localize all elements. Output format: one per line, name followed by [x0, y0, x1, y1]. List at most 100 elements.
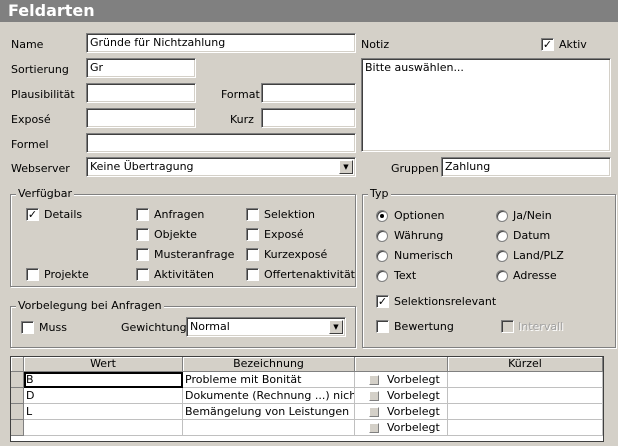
webserver-label: Webserver	[11, 162, 70, 175]
row-header[interactable]	[11, 420, 24, 436]
details-label: Details	[44, 208, 83, 221]
format-label: Format	[221, 88, 260, 101]
vorbelegt-label: Vorbelegt	[387, 389, 440, 402]
text-label: Text	[394, 269, 417, 282]
janein-radio[interactable]	[496, 210, 508, 222]
table-cell-wert[interactable]: D	[24, 388, 183, 404]
table-cell-wert[interactable]: L	[24, 404, 183, 420]
landplz-radio[interactable]	[496, 250, 508, 262]
expose-avail-label: Exposé	[264, 228, 304, 241]
format-field[interactable]	[261, 83, 356, 103]
header-flag[interactable]	[355, 357, 448, 372]
sortierung-label: Sortierung	[11, 63, 69, 76]
table-cell-vorbelegt[interactable]: Vorbelegt	[355, 404, 448, 420]
table-cell-bezeichnung[interactable]: Dokumente (Rechnung ...) nicht erh	[183, 388, 355, 404]
typ-title: Typ	[368, 187, 391, 200]
table-cell-kuerzel[interactable]	[448, 388, 603, 404]
expose-label: Exposé	[11, 113, 51, 126]
kurzexpose-checkbox[interactable]	[246, 248, 259, 261]
table-cell-vorbelegt[interactable]: Vorbelegt	[355, 420, 448, 436]
kurzexpose-label: Kurzexposé	[264, 248, 328, 261]
waehrung-radio[interactable]	[376, 230, 388, 242]
notiz-textarea[interactable]: Bitte auswählen...	[361, 58, 611, 152]
gewichtung-label: Gewichtung	[121, 321, 187, 334]
gruppen-field[interactable]: Zahlung	[441, 157, 611, 177]
plausibilitaet-field[interactable]	[86, 83, 196, 103]
adresse-radio[interactable]	[496, 270, 508, 282]
vorbelegt-checkbox[interactable]	[369, 407, 379, 417]
table-cell-wert[interactable]: B	[24, 372, 183, 388]
aktiv-checkbox[interactable]: ✓	[541, 38, 554, 51]
webserver-select[interactable]: Keine Übertragung ▼	[86, 157, 356, 177]
numerisch-label: Numerisch	[394, 249, 454, 262]
header-kuerzel[interactable]: Kürzel	[448, 357, 603, 372]
selektion-checkbox[interactable]	[246, 208, 259, 221]
waehrung-label: Währung	[394, 229, 444, 242]
table-cell-kuerzel[interactable]	[448, 404, 603, 420]
vorbelegt-label: Vorbelegt	[387, 421, 440, 434]
details-checkbox[interactable]: ✓	[26, 208, 39, 221]
optionen-radio[interactable]	[376, 210, 388, 222]
header-bezeichnung[interactable]: Bezeichnung	[183, 357, 355, 372]
muss-label: Muss	[39, 321, 67, 334]
chevron-down-icon[interactable]: ▼	[339, 160, 353, 174]
expose-field[interactable]	[86, 108, 196, 128]
projekte-label: Projekte	[44, 268, 89, 281]
muss-checkbox[interactable]	[21, 321, 34, 334]
projekte-checkbox[interactable]	[26, 268, 39, 281]
table-cell-kuerzel[interactable]	[448, 372, 603, 388]
datum-label: Datum	[513, 229, 551, 242]
expose-checkbox[interactable]	[246, 228, 259, 241]
chevron-down-icon[interactable]: ▼	[329, 320, 343, 334]
kurz-label: Kurz	[230, 113, 254, 126]
row-header[interactable]	[11, 388, 24, 404]
bewertung-checkbox[interactable]	[376, 320, 389, 333]
verfuegbar-title: Verfügbar	[16, 187, 75, 200]
webserver-select-value: Keine Übertragung	[90, 160, 194, 173]
numerisch-radio[interactable]	[376, 250, 388, 262]
row-header[interactable]	[11, 404, 24, 420]
table-cell-bezeichnung[interactable]: Bemängelung von Leistungen	[183, 404, 355, 420]
table-cell-vorbelegt[interactable]: Vorbelegt	[355, 372, 448, 388]
name-field[interactable]: Gründe für Nichtzahlung	[86, 33, 356, 53]
aktiv-label: Aktiv	[559, 38, 587, 51]
formel-label: Formel	[11, 138, 49, 151]
table-cell-kuerzel[interactable]	[448, 420, 603, 436]
vorbelegt-checkbox[interactable]	[369, 423, 379, 433]
table-cell-bezeichnung[interactable]: Probleme mit Bonität	[183, 372, 355, 388]
gewichtung-select-value: Normal	[190, 320, 230, 333]
objekte-label: Objekte	[154, 228, 197, 241]
table-cell-wert[interactable]	[24, 420, 183, 436]
selektionsrelevant-checkbox[interactable]: ✓	[376, 295, 389, 308]
row-header[interactable]	[11, 372, 24, 388]
radio-dot	[380, 214, 384, 218]
janein-label: Ja/Nein	[513, 209, 552, 222]
selektion-label: Selektion	[264, 208, 316, 221]
anfragen-label: Anfragen	[154, 208, 205, 221]
musteranfrage-checkbox[interactable]	[136, 248, 149, 261]
vorbelegt-label: Vorbelegt	[387, 405, 440, 418]
selektionsrelevant-label: Selektionsrelevant	[394, 295, 497, 308]
gewichtung-select[interactable]: Normal ▼	[186, 317, 346, 337]
text-radio[interactable]	[376, 270, 388, 282]
adresse-label: Adresse	[513, 269, 557, 282]
datum-radio[interactable]	[496, 230, 508, 242]
kurz-field[interactable]	[261, 108, 356, 128]
anfragen-checkbox[interactable]	[136, 208, 149, 221]
table-cell-vorbelegt[interactable]: Vorbelegt	[355, 388, 448, 404]
plausibilitaet-label: Plausibilität	[11, 88, 75, 101]
header-wert[interactable]: Wert	[24, 357, 183, 372]
table-cell-bezeichnung[interactable]	[183, 420, 355, 436]
aktivitaeten-label: Aktivitäten	[154, 268, 214, 281]
aktivitaeten-checkbox[interactable]	[136, 268, 149, 281]
formel-field[interactable]	[86, 133, 356, 153]
objekte-checkbox[interactable]	[136, 228, 149, 241]
sortierung-field[interactable]: Gr	[86, 58, 196, 78]
vorbelegung-title: Vorbelegung bei Anfragen	[16, 299, 164, 312]
optionen-label: Optionen	[394, 209, 445, 222]
notiz-label: Notiz	[361, 38, 390, 51]
intervall-checkbox[interactable]	[501, 320, 514, 333]
vorbelegt-checkbox[interactable]	[369, 391, 379, 401]
vorbelegt-checkbox[interactable]	[369, 375, 379, 385]
offertenaktivitaet-checkbox[interactable]	[246, 268, 259, 281]
